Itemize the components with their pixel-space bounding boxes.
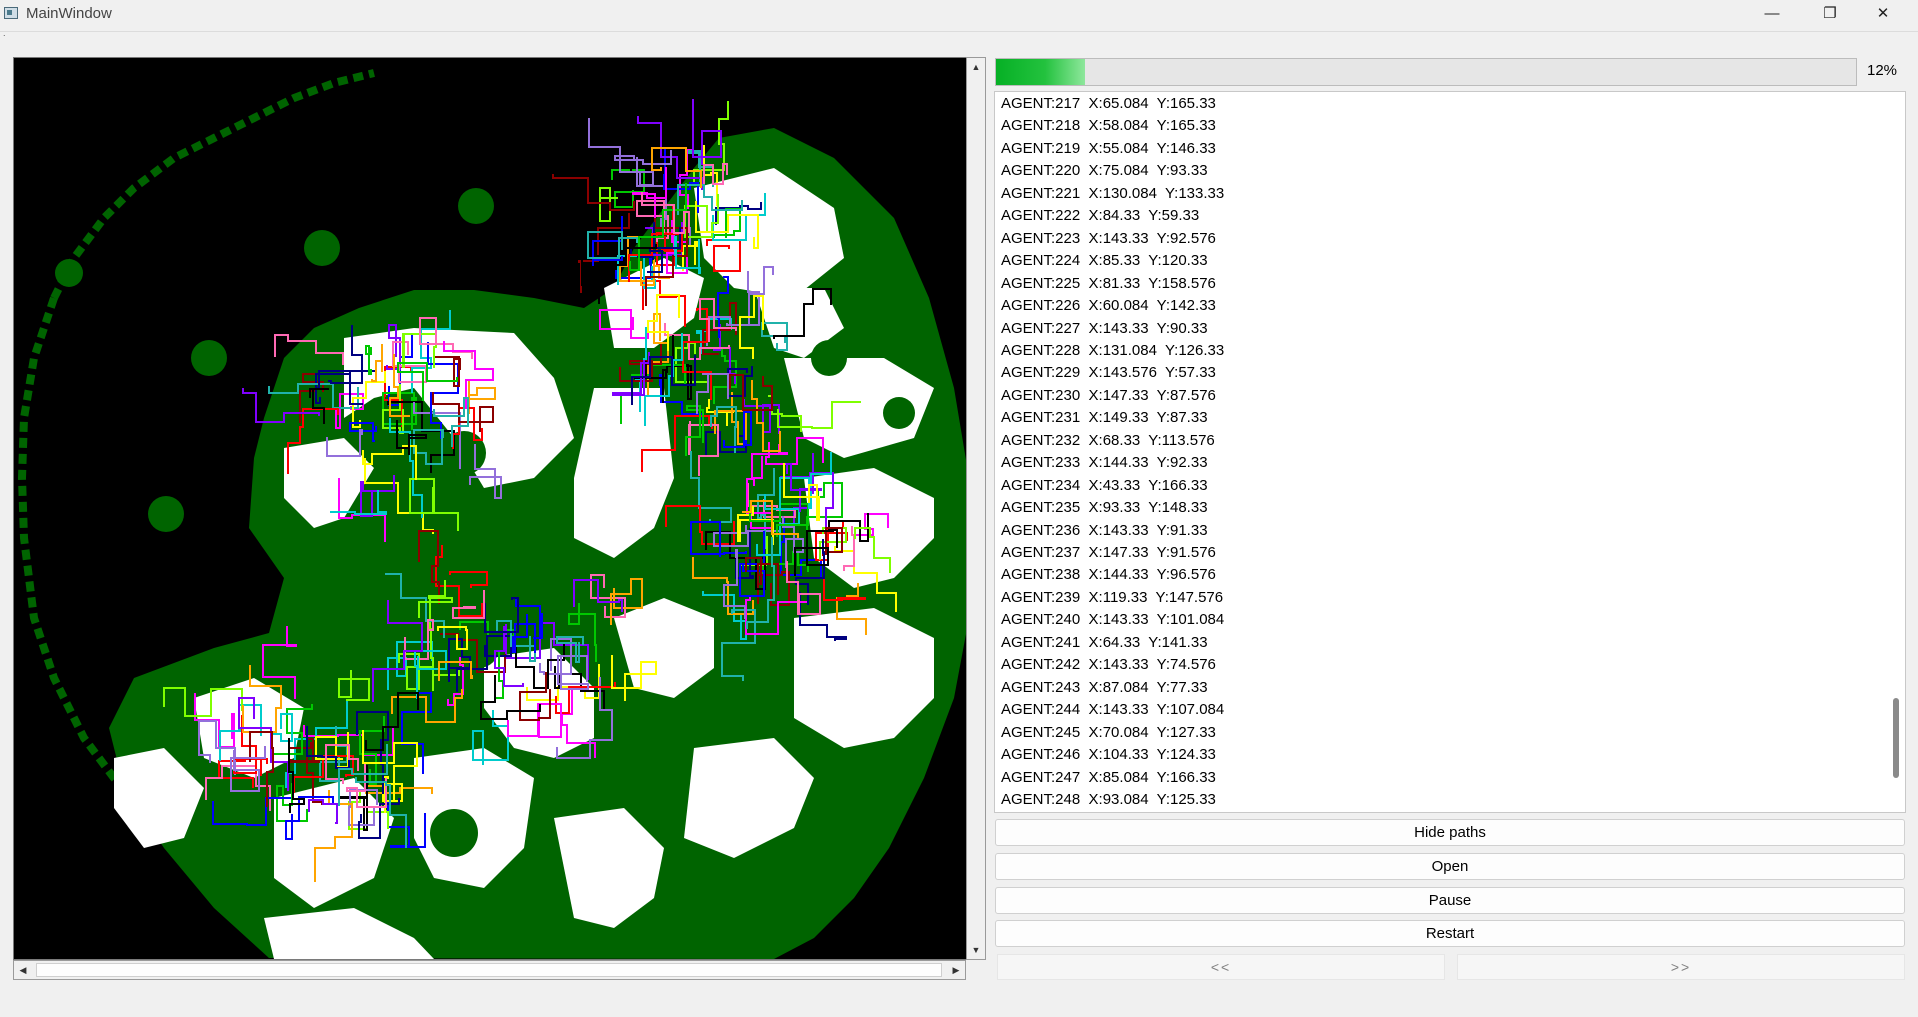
window-title: MainWindow <box>26 5 112 22</box>
agent-list-scrollbar[interactable] <box>1889 92 1905 812</box>
agent-list-item[interactable]: AGENT:241 X:64.33 Y:141.33 <box>1001 632 1208 654</box>
open-button[interactable]: Open <box>995 853 1905 880</box>
agent-list-item[interactable]: AGENT:236 X:143.33 Y:91.33 <box>1001 520 1208 542</box>
agent-list-item[interactable]: AGENT:234 X:43.33 Y:166.33 <box>1001 475 1208 497</box>
agent-list-item[interactable]: AGENT:243 X:87.084 Y:77.33 <box>1001 677 1208 699</box>
progress-percent: 12% <box>1867 62 1898 79</box>
pause-button[interactable]: Pause <box>995 887 1905 914</box>
agent-list-item[interactable]: AGENT:246 X:104.33 Y:124.33 <box>1001 744 1216 766</box>
simulation-map[interactable] <box>14 58 969 959</box>
scroll-right-arrow-icon[interactable]: ▶ <box>947 961 965 979</box>
agent-list-scroll-thumb[interactable] <box>1893 698 1899 778</box>
horizontal-scroll-thumb[interactable] <box>36 963 942 977</box>
close-button[interactable]: ✕ <box>1860 0 1906 30</box>
next-button[interactable]: >> <box>1457 954 1905 980</box>
title-bar: MainWindow — ❐ ✕ <box>0 0 1918 30</box>
agent-list-item[interactable]: AGENT:235 X:93.33 Y:148.33 <box>1001 497 1208 519</box>
agent-list-item[interactable]: AGENT:245 X:70.084 Y:127.33 <box>1001 722 1216 744</box>
agent-list-item[interactable]: AGENT:225 X:81.33 Y:158.576 <box>1001 273 1216 295</box>
agent-list-item[interactable]: AGENT:242 X:143.33 Y:74.576 <box>1001 654 1216 676</box>
agent-list-item[interactable]: AGENT:218 X:58.084 Y:165.33 <box>1001 115 1216 137</box>
agent-list-item[interactable]: AGENT:220 X:75.084 Y:93.33 <box>1001 160 1208 182</box>
progress-fill <box>996 59 1085 85</box>
agent-list-item[interactable]: AGENT:232 X:68.33 Y:113.576 <box>1001 430 1215 452</box>
agent-list-item[interactable]: AGENT:247 X:85.084 Y:166.33 <box>1001 767 1216 789</box>
agent-list-item[interactable]: AGENT:221 X:130.084 Y:133.33 <box>1001 183 1224 205</box>
progress-bar <box>995 58 1857 86</box>
map-viewport[interactable] <box>13 57 970 960</box>
scroll-corner <box>966 960 986 980</box>
menu-marker: . <box>3 28 6 38</box>
agent-list-item[interactable]: AGENT:222 X:84.33 Y:59.33 <box>1001 205 1199 227</box>
app-window-icon <box>4 7 18 19</box>
agent-list-item[interactable]: AGENT:223 X:143.33 Y:92.576 <box>1001 228 1216 250</box>
agent-list-item[interactable]: AGENT:226 X:60.084 Y:142.33 <box>1001 295 1216 317</box>
agent-list-item[interactable]: AGENT:233 X:144.33 Y:92.33 <box>1001 452 1208 474</box>
map-horizontal-scrollbar[interactable]: ◀ ▶ <box>13 960 966 980</box>
scroll-up-arrow-icon[interactable]: ▲ <box>967 58 985 76</box>
agent-list-item[interactable]: AGENT:230 X:147.33 Y:87.576 <box>1001 385 1216 407</box>
agent-list-item[interactable]: AGENT:244 X:143.33 Y:107.084 <box>1001 699 1224 721</box>
agent-list-item[interactable]: AGENT:224 X:85.33 Y:120.33 <box>1001 250 1208 272</box>
scroll-left-arrow-icon[interactable]: ◀ <box>14 961 32 979</box>
agent-list-item[interactable]: AGENT:239 X:119.33 Y:147.576 <box>1001 587 1223 609</box>
agent-list-item[interactable]: AGENT:238 X:144.33 Y:96.576 <box>1001 564 1216 586</box>
map-vertical-scrollbar[interactable]: ▲ ▼ <box>966 57 986 960</box>
agent-list-item[interactable]: AGENT:227 X:143.33 Y:90.33 <box>1001 318 1208 340</box>
restart-button[interactable]: Restart <box>995 920 1905 947</box>
menu-bar: . <box>0 28 1918 44</box>
restore-button[interactable]: ❐ <box>1807 0 1853 30</box>
agent-list-item[interactable]: AGENT:219 X:55.084 Y:146.33 <box>1001 138 1216 160</box>
agent-list-item[interactable]: AGENT:231 X:149.33 Y:87.33 <box>1001 407 1208 429</box>
agent-list-item[interactable]: AGENT:217 X:65.084 Y:165.33 <box>1001 93 1216 115</box>
hide-paths-button[interactable]: Hide paths <box>995 819 1905 846</box>
agent-list-item[interactable]: AGENT:240 X:143.33 Y:101.084 <box>1001 609 1224 631</box>
agent-list-item[interactable]: AGENT:248 X:93.084 Y:125.33 <box>1001 789 1216 811</box>
scroll-down-arrow-icon[interactable]: ▼ <box>967 941 985 959</box>
previous-button[interactable]: << <box>997 954 1445 980</box>
agent-list-item[interactable]: AGENT:228 X:131.084 Y:126.33 <box>1001 340 1224 362</box>
agent-list-item[interactable]: AGENT:237 X:147.33 Y:91.576 <box>1001 542 1216 564</box>
agent-list-item[interactable]: AGENT:229 X:143.576 Y:57.33 <box>1001 362 1216 384</box>
agent-list[interactable]: AGENT:217 X:65.084 Y:165.33 AGENT:218 X:5… <box>994 91 1906 813</box>
minimize-button[interactable]: — <box>1749 0 1795 30</box>
